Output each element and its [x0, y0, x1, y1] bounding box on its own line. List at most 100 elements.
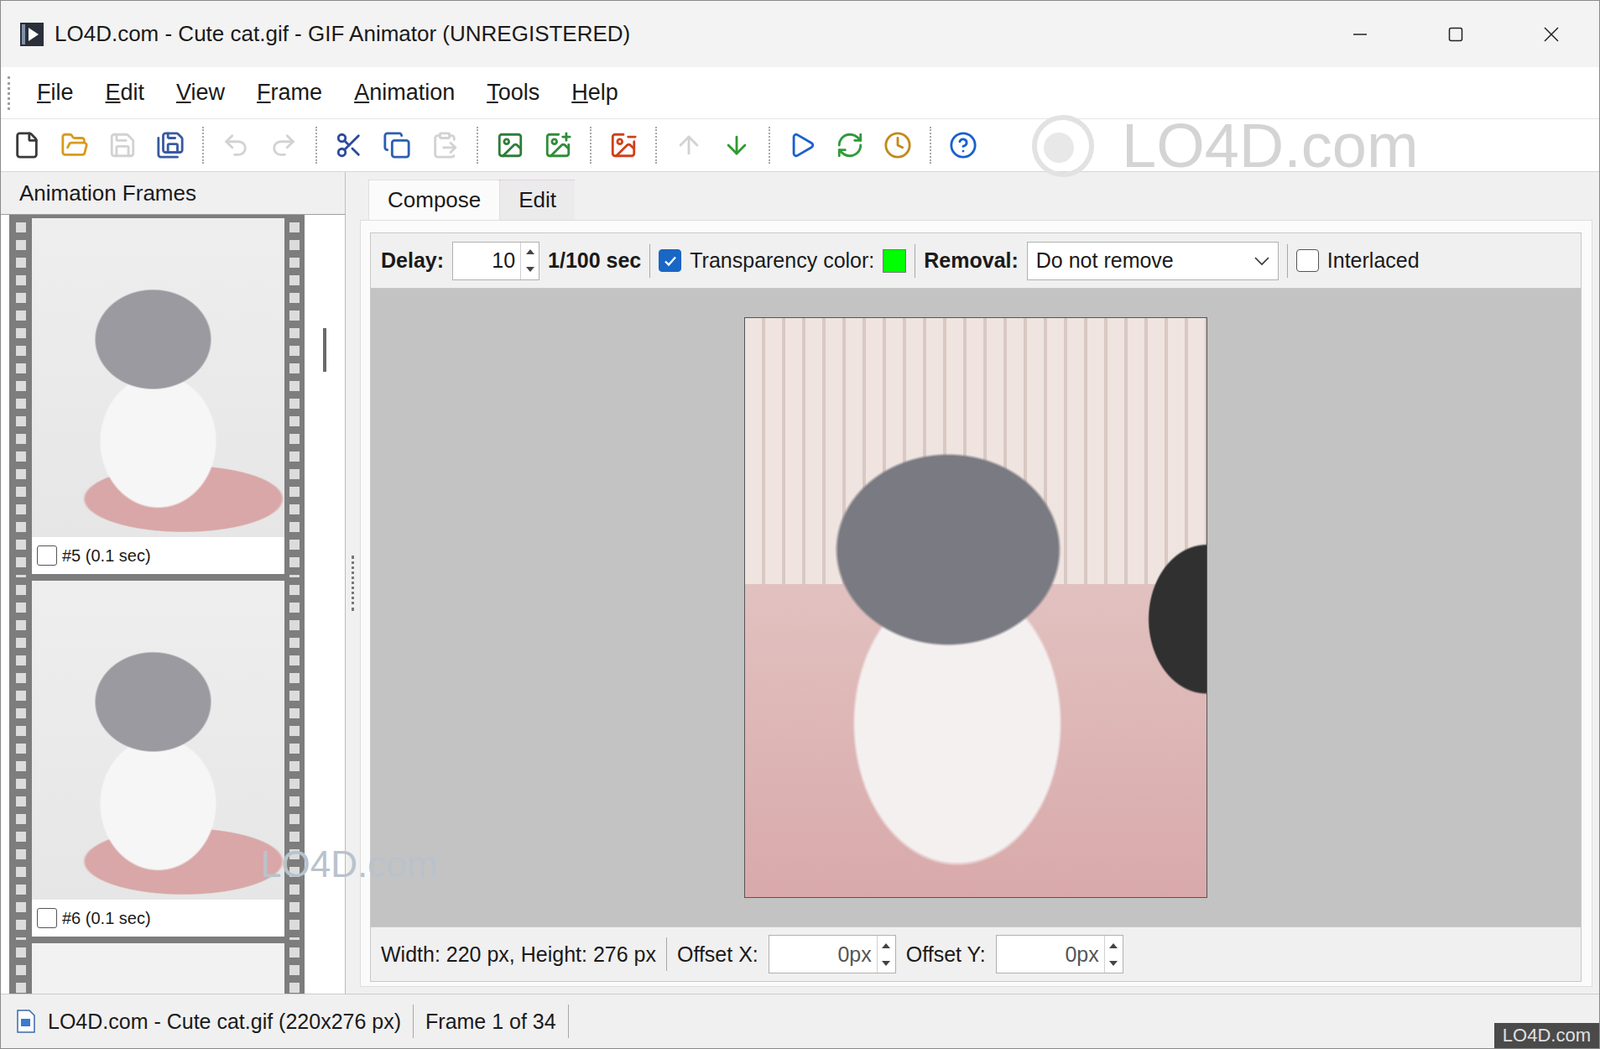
menu-item[interactable]: Tools: [470, 74, 556, 111]
cut-icon: [334, 130, 364, 160]
status-file: LO4D.com - Cute cat.gif (220x276 px): [47, 1009, 402, 1034]
save-button[interactable]: [103, 124, 142, 167]
transparency-color-swatch[interactable]: [882, 249, 907, 273]
offset-y-field-value[interactable]: 0px: [996, 935, 1105, 973]
add-frame-button[interactable]: [538, 124, 578, 167]
delay-label: Delay:: [380, 248, 444, 273]
move-up-button[interactable]: [669, 124, 709, 167]
menu-item[interactable]: Edit: [89, 74, 162, 111]
spin-up-button[interactable]: [521, 242, 539, 261]
watermark-text: LO4D.com: [1121, 114, 1419, 178]
tab[interactable]: Compose: [368, 179, 500, 220]
spin-down-button[interactable]: [877, 953, 896, 973]
copy-button[interactable]: [377, 124, 417, 167]
toolbar-separator: [929, 126, 932, 164]
delay-unit: 1/100 sec: [547, 248, 642, 273]
up-arrow-icon: [1109, 942, 1118, 949]
scrollbar: [304, 214, 345, 994]
delay-field-value[interactable]: 10: [453, 242, 521, 280]
sprockets: [284, 939, 305, 994]
menu-item[interactable]: Frame: [240, 74, 339, 111]
title-bar: LO4D.com - Cute cat.gif - GIF Animator (…: [0, 0, 1600, 68]
document-icon: [15, 1009, 37, 1033]
open-button[interactable]: [55, 124, 94, 167]
new-button[interactable]: [7, 124, 47, 167]
frame-body[interactable]: #6 (0.1 sec): [31, 580, 285, 937]
frame-body[interactable]: #5 (0.1 sec): [31, 218, 285, 574]
undo-button[interactable]: [216, 124, 256, 167]
removal-select[interactable]: Do not remove: [1026, 241, 1279, 281]
toolbar-group: [943, 124, 983, 167]
paste-button[interactable]: [425, 124, 464, 167]
help-button[interactable]: [943, 124, 983, 167]
toolbar-separator: [768, 126, 771, 164]
spin-up-button[interactable]: [877, 935, 896, 954]
properties-icon: [156, 130, 185, 160]
frame-thumbnail[interactable]: [31, 218, 285, 537]
scroll-thumb[interactable]: [323, 328, 327, 372]
menu-item[interactable]: File: [20, 74, 90, 111]
menu-item[interactable]: Help: [555, 74, 635, 111]
redo-icon: [269, 130, 298, 160]
frame-label: #6 (0.1 sec): [62, 908, 152, 928]
offset-y-field[interactable]: 0px: [995, 934, 1124, 974]
frames-list[interactable]: #5 (0.1 sec) #6 (0.1 sec): [0, 214, 346, 994]
film-strip: #5 (0.1 sec) #6 (0.1 sec): [9, 214, 305, 994]
spin-arrows[interactable]: [1104, 935, 1123, 973]
frame-item[interactable]: #5 (0.1 sec): [9, 214, 305, 578]
play-button[interactable]: [782, 124, 822, 167]
loop-button[interactable]: [830, 124, 870, 167]
toolbar-separator: [202, 126, 204, 164]
offset-y-label: Offset Y:: [906, 942, 986, 967]
splitter[interactable]: [345, 171, 360, 994]
toolbar-group: [782, 124, 918, 167]
redo-button[interactable]: [264, 124, 303, 167]
spin-arrows[interactable]: [520, 242, 539, 280]
up-arrow-icon: [526, 248, 535, 255]
toolbar-group: [669, 124, 756, 167]
frame-checkbox[interactable]: [36, 907, 58, 928]
watermark: LO4D.com: [1021, 114, 1419, 178]
frame-item[interactable]: #6 (0.1 sec): [9, 577, 305, 940]
delete-frame-button[interactable]: [604, 124, 643, 167]
spin-up-button[interactable]: [1104, 935, 1123, 954]
offset-x-field-value[interactable]: 0px: [769, 935, 877, 973]
delay-field[interactable]: 10: [452, 241, 540, 281]
removal-label: Removal:: [923, 248, 1019, 273]
down-arrow-icon: [1109, 960, 1118, 967]
minimize-button[interactable]: [1312, 0, 1408, 68]
frame-thumbnail[interactable]: [31, 580, 285, 900]
close-button[interactable]: [1503, 0, 1600, 68]
minimize-icon: [1351, 26, 1369, 43]
menu-bar: FileEditViewFrameAnimationToolsHelp: [0, 67, 1600, 119]
sprockets: [9, 577, 32, 940]
toolbar-group: [490, 124, 578, 167]
move-down-button[interactable]: [717, 124, 756, 167]
frame-label-row: #6 (0.1 sec): [31, 899, 285, 937]
transparency-checkbox[interactable]: [658, 249, 682, 272]
chevron-down-icon: [1254, 255, 1270, 266]
menu-item[interactable]: Animation: [338, 74, 471, 111]
toolbar-group: [7, 124, 190, 167]
maximize-button[interactable]: [1407, 0, 1504, 68]
spin-arrows[interactable]: [876, 935, 896, 973]
offset-x-field[interactable]: 0px: [768, 934, 897, 974]
toolbar-separator: [589, 126, 592, 164]
timing-button[interactable]: [878, 124, 918, 167]
spin-down-button[interactable]: [521, 260, 539, 280]
spin-down-button[interactable]: [1104, 953, 1123, 973]
menu-item[interactable]: View: [160, 74, 241, 111]
frame-button[interactable]: [490, 124, 530, 167]
loop-icon: [835, 130, 865, 160]
frame-checkbox[interactable]: [36, 545, 58, 566]
app-icon: [19, 21, 45, 47]
frame-size: Width: 220 px, Height: 276 px: [380, 942, 657, 967]
frame-options-bar: Delay:101/100 secTransparency color:Remo…: [370, 233, 1581, 289]
down-arrow-icon: [881, 960, 891, 967]
properties-button[interactable]: [151, 124, 190, 167]
play-icon: [787, 130, 817, 160]
cut-button[interactable]: [329, 124, 369, 167]
tab[interactable]: Edit: [499, 179, 575, 220]
copy-icon: [382, 130, 412, 160]
interlaced-checkbox[interactable]: [1296, 249, 1319, 272]
